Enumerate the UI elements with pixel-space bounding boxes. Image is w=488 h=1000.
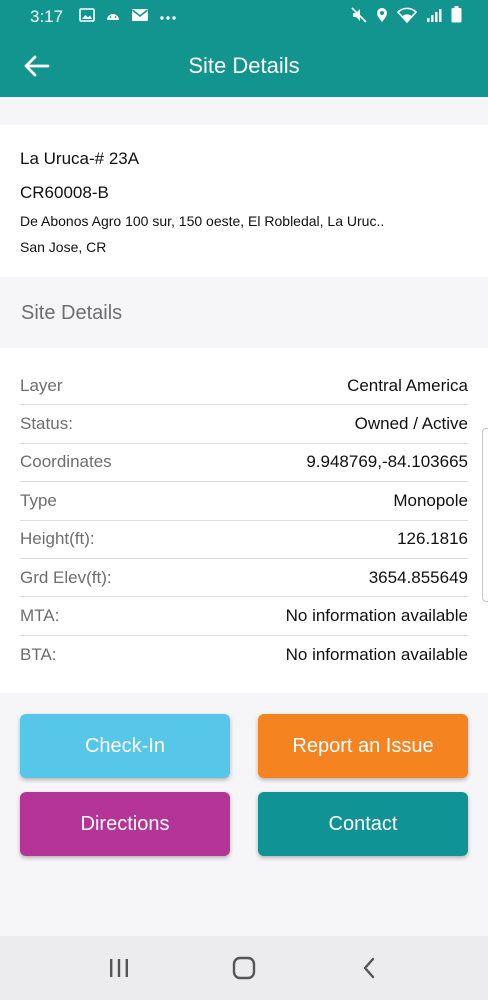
site-address-card: La Uruca-# 23A CR60008-B De Abonos Agro … bbox=[0, 125, 488, 277]
page-title: Site Details bbox=[188, 52, 300, 78]
directions-button[interactable]: Directions bbox=[20, 792, 230, 856]
detail-label: MTA: bbox=[20, 606, 60, 626]
detail-row-layer: Layer Central America bbox=[20, 367, 468, 406]
detail-row-height: Height(ft): 126.1816 bbox=[20, 521, 468, 559]
contact-button[interactable]: Contact bbox=[258, 792, 468, 856]
location-icon bbox=[376, 7, 388, 28]
status-bar: 3:17 bbox=[0, 0, 488, 34]
detail-label: Height(ft): bbox=[20, 529, 95, 549]
site-name: La Uruca-# 23A bbox=[20, 149, 140, 168]
detail-label: Status: bbox=[20, 414, 73, 434]
detail-value: No information available bbox=[285, 644, 468, 664]
detail-label: Type bbox=[20, 490, 57, 510]
check-in-button[interactable]: Check-In bbox=[20, 714, 230, 778]
android-icon bbox=[105, 8, 121, 26]
detail-value: 9.948769,-84.103665 bbox=[306, 452, 468, 472]
report-issue-button[interactable]: Report an Issue bbox=[258, 714, 468, 778]
detail-value: Owned / Active bbox=[354, 414, 468, 434]
home-icon bbox=[232, 956, 256, 980]
home-button[interactable] bbox=[224, 948, 264, 988]
detail-label: Grd Elev(ft): bbox=[20, 567, 112, 587]
recent-apps-icon bbox=[109, 959, 128, 977]
detail-row-type: Type Monopole bbox=[20, 482, 468, 521]
back-button[interactable] bbox=[22, 51, 52, 81]
detail-value: Monopole bbox=[393, 490, 468, 510]
detail-row-mta: MTA: No information available bbox=[20, 597, 468, 636]
site-address-line1: De Abonos Agro 100 sur, 150 oeste, El Ro… bbox=[20, 213, 385, 229]
section-title: Site Details bbox=[21, 302, 123, 324]
detail-label: BTA: bbox=[20, 644, 57, 664]
nav-back-button[interactable] bbox=[349, 948, 389, 988]
detail-row-grd-elev: Grd Elev(ft): 3654.855649 bbox=[20, 559, 468, 598]
detail-label: Layer bbox=[20, 375, 63, 395]
detail-value: 3654.855649 bbox=[368, 567, 468, 587]
app-bar: Site Details bbox=[0, 34, 488, 97]
battery-icon bbox=[451, 6, 462, 28]
section-header: Site Details bbox=[0, 278, 488, 348]
scroll-handle[interactable] bbox=[482, 428, 488, 602]
detail-row-bta: BTA: No information available bbox=[20, 636, 468, 674]
mail-icon bbox=[131, 8, 149, 27]
site-address-line2: San Jose, CR bbox=[20, 239, 107, 255]
detail-value: Central America bbox=[347, 375, 468, 395]
site-details-card: Layer Central America Status: Owned / Ac… bbox=[0, 348, 488, 693]
status-time: 3:17 bbox=[30, 7, 64, 26]
detail-value: 126.1816 bbox=[397, 529, 468, 549]
site-code: CR60008-B bbox=[20, 183, 109, 202]
back-arrow-icon bbox=[24, 55, 50, 77]
detail-row-coordinates: Coordinates 9.948769,-84.103665 bbox=[20, 444, 468, 483]
signal-icon bbox=[426, 7, 442, 28]
more-icon bbox=[159, 8, 177, 26]
detail-value: No information available bbox=[285, 606, 468, 626]
mute-icon bbox=[351, 6, 367, 28]
detail-row-status: Status: Owned / Active bbox=[20, 405, 468, 444]
image-icon bbox=[79, 7, 95, 27]
detail-label: Coordinates bbox=[20, 452, 112, 472]
back-icon bbox=[364, 957, 375, 979]
recent-apps-button[interactable] bbox=[99, 948, 139, 988]
system-nav-bar bbox=[0, 936, 488, 1000]
wifi-icon bbox=[396, 7, 418, 28]
